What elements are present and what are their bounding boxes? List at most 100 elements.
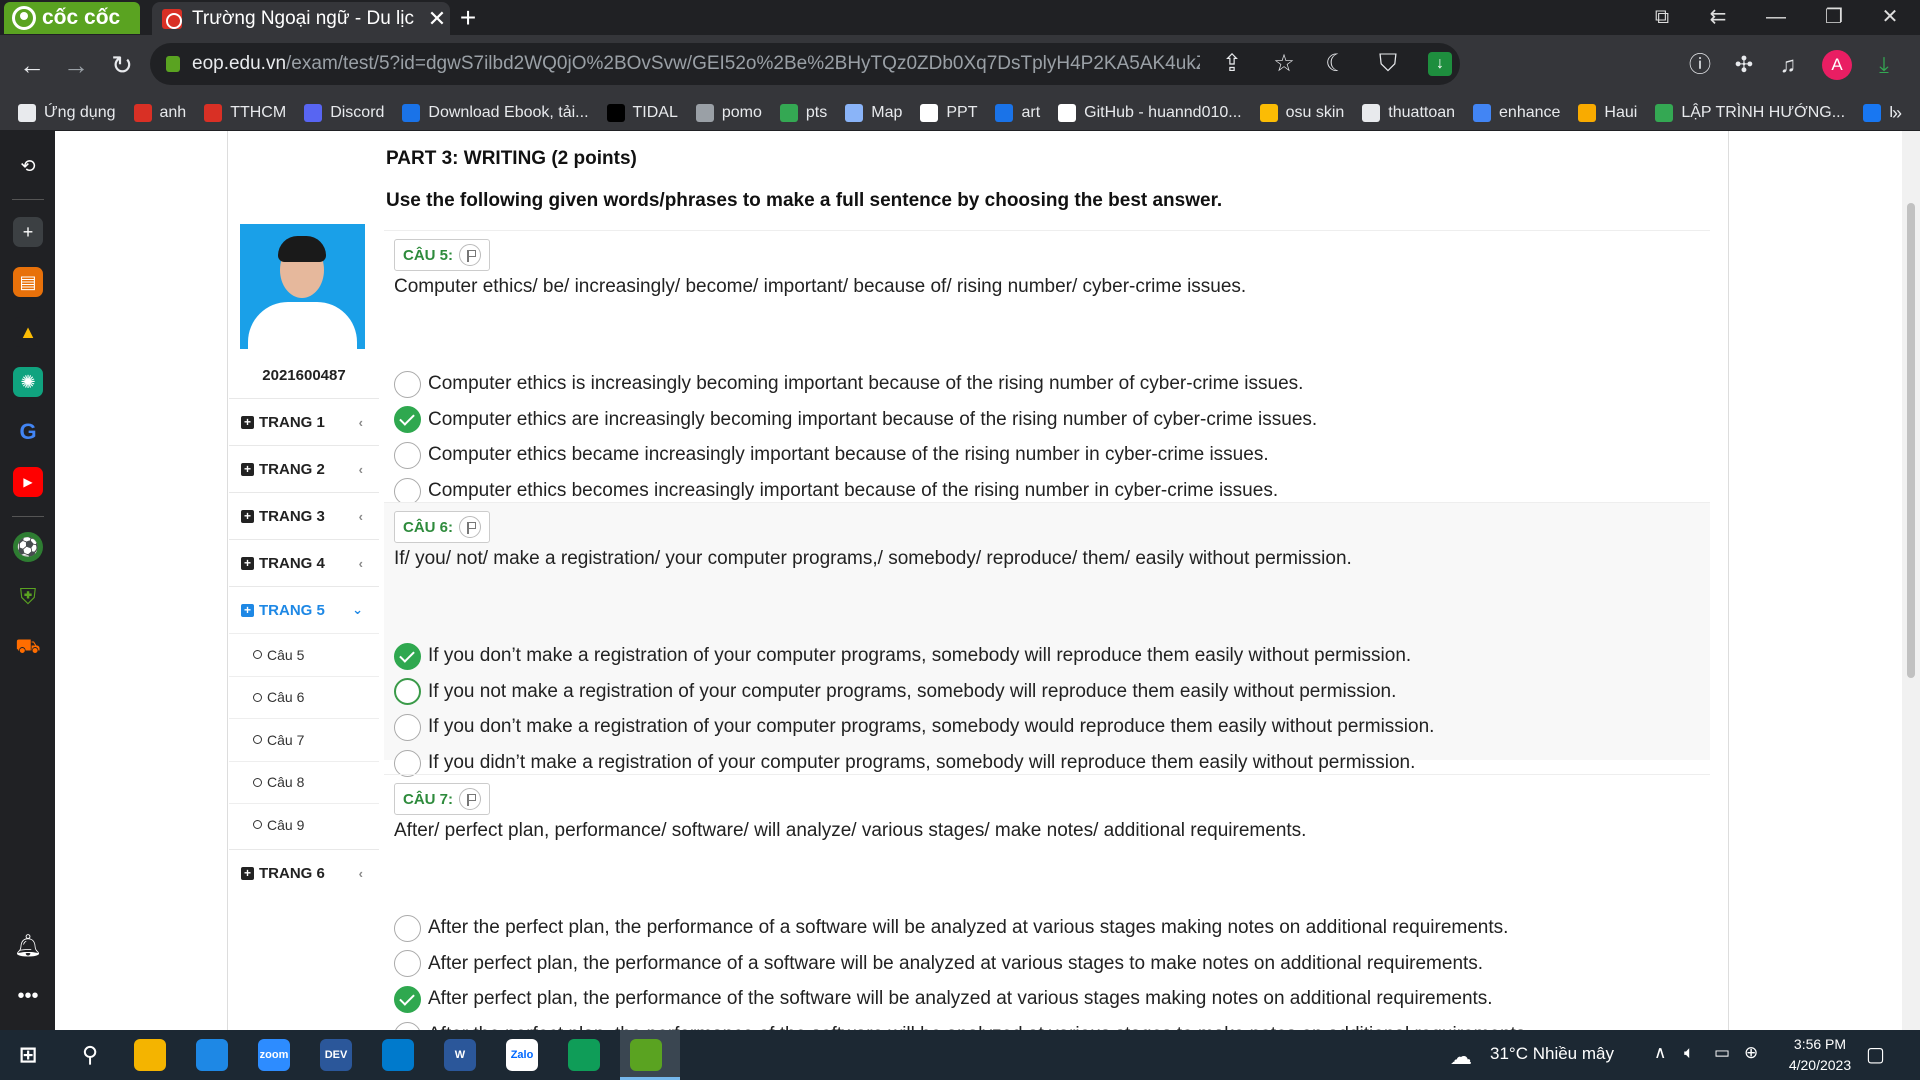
file-explorer-icon[interactable] [134, 1039, 166, 1071]
question-link[interactable]: Câu 8 [229, 760, 379, 803]
address-bar[interactable]: eop.edu.vn/exam/test/5?id=dgwS7ilbd2WQ0j… [150, 43, 1460, 85]
answer-option[interactable]: If you not make a registration of your c… [394, 677, 1396, 707]
nav-page-4[interactable]: + TRANG 4 ‹ [229, 539, 379, 586]
answer-option[interactable]: After the perfect plan, the performance … [394, 1020, 1531, 1030]
search-icon[interactable]: ⚲ [74, 1039, 106, 1071]
answer-option[interactable]: If you don’t make a registration of your… [394, 712, 1434, 742]
bookmark-item[interactable]: GitHub - huannd010... [1058, 103, 1242, 122]
back-button[interactable]: ← [14, 47, 50, 83]
nav-page-2[interactable]: + TRANG 2 ‹ [229, 445, 379, 492]
bookmarks-overflow-icon[interactable]: » [1892, 95, 1902, 131]
question-link[interactable]: Câu 6 [229, 675, 379, 718]
bookmark-item[interactable]: Haui [1578, 103, 1637, 122]
answer-option[interactable]: Computer ethics are increasingly becomin… [394, 405, 1317, 435]
radio-button[interactable] [394, 1021, 421, 1030]
bookmark-item[interactable]: PPT [920, 103, 977, 122]
restore-button[interactable]: ❐ [1810, 0, 1858, 35]
shopping-cart-icon[interactable]: ⛟ [13, 632, 43, 662]
windows-start-icon[interactable]: ⊞ [12, 1039, 44, 1071]
bookmark-item[interactable]: TIDAL [606, 103, 678, 122]
notes-app-icon[interactable]: ▤ [13, 267, 43, 297]
radio-button[interactable] [394, 370, 421, 398]
bookmark-item[interactable]: osu skin [1259, 103, 1344, 122]
youtube-icon[interactable]: ▶ [13, 467, 43, 497]
bookmark-item[interactable]: Download Ebook, tải... [402, 103, 589, 122]
radio-button[interactable] [394, 441, 421, 469]
bookmark-item[interactable]: enhance [1473, 103, 1560, 122]
downloads-icon[interactable]: ⤓ [1866, 47, 1902, 83]
radio-checked-icon[interactable] [394, 642, 421, 670]
radio-button[interactable] [394, 749, 421, 777]
close-window-button[interactable]: ✕ [1866, 0, 1914, 35]
bookmark-item[interactable]: anh [133, 103, 186, 122]
radio-button[interactable] [394, 477, 421, 505]
bookmark-item[interactable]: Map [845, 103, 902, 122]
nav-page-5[interactable]: + TRANG 5 ⌄ [229, 586, 379, 633]
nav-page-1[interactable]: + TRANG 1 ‹ [229, 398, 379, 445]
radio-button[interactable] [394, 713, 421, 741]
minimize-button[interactable]: — [1752, 0, 1800, 35]
shield-icon[interactable]: ⛉ [1368, 44, 1408, 84]
flag-icon[interactable] [459, 516, 482, 538]
volume-icon[interactable]: 🔈︎ [1684, 1043, 1694, 1063]
notification-center-icon[interactable]: ▢ [1866, 1042, 1885, 1067]
zalo-icon[interactable]: Zalo [506, 1039, 538, 1071]
radio-checked-icon[interactable] [394, 985, 421, 1013]
answer-option[interactable]: Computer ethics is increasingly becoming… [394, 369, 1303, 399]
nav-page-6[interactable]: + TRANG 6 ‹ [229, 849, 379, 896]
weather-cloud-icon[interactable]: ☁ [1450, 1044, 1472, 1070]
more-options-icon[interactable]: ••• [13, 981, 43, 1011]
reload-button[interactable]: ↻ [104, 47, 140, 83]
dark-mode-icon[interactable]: ☾ [1316, 44, 1356, 84]
word-icon[interactable]: W [444, 1039, 476, 1071]
bookmark-item[interactable]: TTHCM [204, 103, 286, 122]
network-globe-icon[interactable]: ⊕ [1744, 1043, 1758, 1063]
bookmark-item[interactable]: pts [779, 103, 827, 122]
add-sidebar-app-icon[interactable]: + [13, 217, 43, 247]
extensions-puzzle-icon[interactable]: ✣ [1726, 47, 1762, 83]
history-icon[interactable]: ⟲ [13, 151, 43, 181]
battery-icon[interactable]: ▭ [1714, 1043, 1730, 1063]
page-scrollbar[interactable] [1902, 131, 1920, 1030]
question-link[interactable]: Câu 7 [229, 718, 379, 760]
radio-button[interactable] [394, 678, 421, 706]
radio-button[interactable] [394, 914, 421, 942]
coccoc-menu-button[interactable]: cốc cốc [4, 2, 140, 34]
bookmark-item[interactable]: pomo [695, 103, 762, 122]
profile-avatar[interactable]: A [1822, 50, 1852, 80]
tab-close-icon[interactable]: ✕ [424, 6, 450, 32]
dev-c-icon[interactable]: DEV [320, 1039, 352, 1071]
dictionary-extension-icon[interactable]: ⓘ [1682, 47, 1718, 83]
question-link[interactable]: Câu 9 [229, 803, 379, 845]
bookmark-item[interactable]: Discord [304, 103, 384, 122]
answer-option[interactable]: After perfect plan, the performance of a… [394, 949, 1483, 979]
url-text[interactable]: eop.edu.vn/exam/test/5?id=dgwS7ilbd2WQ0j… [192, 53, 1200, 75]
notification-bell-icon[interactable]: 🔔︎ [13, 931, 43, 961]
download-extension-icon[interactable]: ↓ [1428, 52, 1452, 76]
edge-dev-icon[interactable] [568, 1039, 600, 1071]
vscode-icon[interactable] [382, 1039, 414, 1071]
radio-button[interactable] [394, 950, 421, 978]
bookmark-item[interactable]: Ứng dụng [18, 103, 116, 122]
radio-checked-icon[interactable] [394, 406, 421, 434]
scrollbar-thumb[interactable] [1907, 203, 1915, 678]
answer-option[interactable]: After perfect plan, the performance of t… [394, 984, 1493, 1014]
safari-icon[interactable] [196, 1039, 228, 1071]
tray-chevron-icon[interactable]: ∧ [1654, 1043, 1666, 1063]
bookmark-item[interactable]: thuattoan [1362, 103, 1455, 122]
answer-option[interactable]: If you don’t make a registration of your… [394, 641, 1411, 671]
forward-button[interactable]: → [58, 47, 94, 83]
bookmark-item[interactable]: I [1863, 103, 1894, 122]
share-icon[interactable]: ⇪ [1212, 44, 1252, 84]
weather-text[interactable]: 31°C Nhiều mây [1490, 1044, 1614, 1064]
question-link[interactable]: Câu 5 [229, 633, 379, 675]
bookmark-item[interactable]: art [995, 103, 1040, 122]
google-icon[interactable]: G [13, 417, 43, 447]
zoom-icon[interactable]: zoom [258, 1039, 290, 1071]
new-tab-button[interactable]: + [452, 0, 484, 35]
coccoc-icon[interactable] [630, 1039, 662, 1071]
nav-page-3[interactable]: + TRANG 3 ‹ [229, 492, 379, 539]
security-shield-icon[interactable]: ⛨ [13, 582, 43, 612]
football-icon[interactable]: ⚽ [13, 532, 43, 562]
bookmark-star-icon[interactable]: ☆ [1264, 44, 1304, 84]
